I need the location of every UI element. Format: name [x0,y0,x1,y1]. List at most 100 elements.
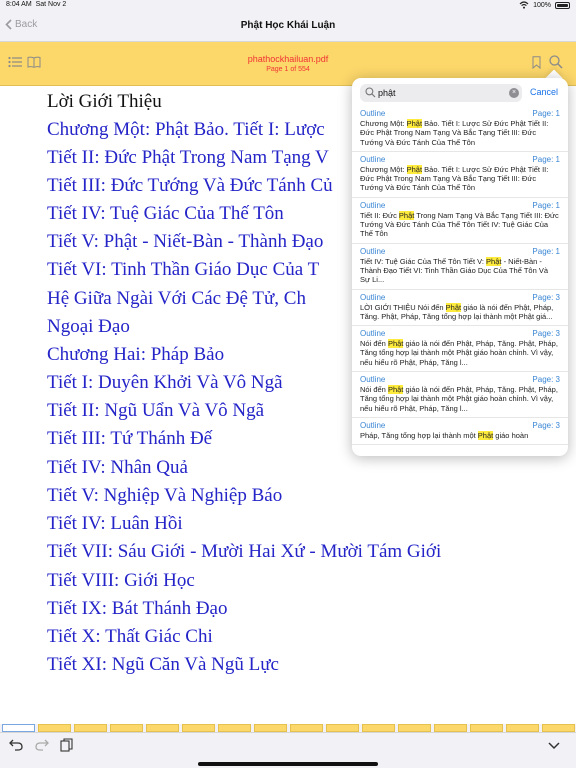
snippet-before: Nói đến [360,339,388,349]
toc-link[interactable]: Tiết IX: Bát Thánh Đạo [47,598,228,620]
toc-link[interactable]: Tiết VIII: Giới Học [47,570,195,592]
navigation-bar: Back Phật Học Khái Luận [0,12,576,42]
search-icon[interactable] [549,55,563,69]
toc-link[interactable]: Tiết III: Tứ Thánh Đế [47,428,212,450]
page-thumbnail[interactable] [362,724,395,732]
result-page: Page: 3 [532,420,560,430]
snippet-before: Tiết IV: Tuệ Giác Của Thế Tôn Tiết V: [360,256,487,266]
snippet-before: Chương Một: [360,164,407,174]
result-header: Outline Page: 1 [360,155,560,164]
page-thumbnail[interactable] [182,724,215,732]
page-thumbnail[interactable] [398,724,431,732]
result-page: Page: 1 [532,200,560,210]
page-thumbnail[interactable] [506,724,539,732]
toc-link[interactable]: Hệ Giữa Ngài Với Các Đệ Tử, Ch [47,288,306,310]
snippet-match: Phật [477,430,494,440]
wifi-icon [519,1,529,9]
search-result-item[interactable]: Outline Page: 3 LỜI GIỚI THIỆU Nói đến Phậ… [352,290,568,327]
toc-link[interactable]: Tiết IV: Tuệ Giác Của Thế Tôn [47,203,284,225]
toc-link[interactable]: Tiết III: Đức Tướng Và Đức Tánh Củ [47,175,333,197]
result-page: Page: 3 [532,375,560,385]
result-header: Outline Page: 1 [360,201,560,210]
result-source: Outline [360,154,386,164]
page-thumbnail[interactable] [434,724,467,732]
result-page: Page: 1 [532,154,560,164]
toc-link[interactable]: Tiết X: Thất Giác Chi [47,626,213,648]
result-snippet: Tiết IV: Tuệ Giác Của Thế Tôn Tiết V: Ph… [360,256,560,285]
search-input[interactable] [378,85,498,101]
page-thumbnail[interactable] [38,724,71,732]
page-thumbnail[interactable] [110,724,143,732]
toc-link[interactable]: Tiết IV: Nhân Quả [47,457,188,479]
toc-link[interactable]: Tiết VII: Sáu Giới - Mười Hai Xứ - Mười … [47,541,441,563]
result-header: Outline Page: 3 [360,329,560,338]
redo-icon[interactable] [35,739,49,751]
status-right: 100% [519,1,570,9]
chevron-down-icon[interactable] [548,742,560,750]
page-thumbnail[interactable] [290,724,323,732]
bookmark-icon[interactable] [532,56,541,69]
result-header: Outline Page: 3 [360,293,560,302]
toc-link[interactable]: Tiết II: Đức Phật Trong Nam Tạng V [47,147,329,169]
result-snippet: Chương Một: Phật Bảo. Tiết I: Lược Sử Đứ… [360,164,560,193]
snippet-before: LỜI GIỚI THIỆU Nói đến [360,302,446,312]
page-indicator: Page 1 of 554 [266,66,310,73]
copy-pages-icon[interactable] [60,738,73,752]
result-source: Outline [360,200,386,210]
result-source: Outline [360,420,386,430]
snippet-match: Phật [445,302,462,312]
toc-link[interactable]: Tiết V: Phật - Niết-Bàn - Thành Đạo [47,231,323,253]
cancel-button[interactable]: Cancel [530,87,558,97]
result-header: Outline Page: 3 [360,375,560,384]
result-page: Page: 3 [532,292,560,302]
snippet-match: Phật [486,256,502,266]
status-bar: 8:04 AM Sat Nov 2 100% [0,0,576,12]
search-result-item[interactable]: Outline Page: 3 Pháp, Tăng tổng hợp lại th… [352,418,568,446]
toc-link[interactable]: Tiết IV: Luân Hồi [47,513,183,535]
page-thumbnail[interactable] [74,724,107,732]
snippet-match: Phật [398,210,415,220]
search-popover: × Cancel OutlinePage: 1Chương Một: Phật … [352,78,568,456]
toc-link[interactable]: Tiết V: Nghiệp Và Nghiệp Báo [47,485,282,507]
page-thumbnail[interactable] [326,724,359,732]
toc-link[interactable]: Chương Hai: Pháp Bảo [47,344,224,366]
page-thumbnail[interactable] [218,724,251,732]
status-date: Sat Nov 2 [35,1,67,8]
page-thumbnail[interactable] [254,724,287,732]
toc-link[interactable]: Tiết VI: Tinh Thần Giáo Dục Của T [47,259,319,281]
search-result-item[interactable]: Outline Page: 1 Chương Một: Phật Bảo. Tiết… [352,106,568,152]
snippet-before: Tiết II: Đức [360,210,399,220]
search-row: × Cancel [360,84,560,102]
search-result-item[interactable]: Outline Page: 1 Chương Một: Phật Bảo. Tiết… [352,152,568,198]
battery-icon [555,1,570,9]
result-page: Page: 1 [532,109,560,118]
thumbnail-strip[interactable] [0,724,576,732]
toc-link[interactable]: Tiết I: Duyên Khởi Và Vô Ngã [47,372,283,394]
result-snippet: Tiết II: Đức Phật Trong Nam Tạng Và Bắc … [360,210,560,239]
search-result-item[interactable]: Outline Page: 3 Nói đến Phật giáo là nói đ… [352,372,568,418]
status-time-date: 8:04 AM Sat Nov 2 [6,1,66,8]
page-thumbnail[interactable] [146,724,179,732]
toc-link[interactable]: Tiết II: Ngũ Uẩn Và Vô Ngã [47,400,264,422]
result-source: Outline [360,246,386,256]
snippet-match: Phật [406,119,423,128]
search-results-list[interactable]: Outline Page: 1 Chương Một: Phật Bảo. Tiết… [352,106,568,456]
page-thumbnail[interactable] [470,724,503,732]
toc-link[interactable]: Tiết XI: Ngũ Căn Và Ngũ Lực [47,654,279,676]
page-title: Phật Học Khái Luận [240,20,336,31]
snippet-match: Phật [406,164,423,174]
magnifier-icon [365,87,376,98]
page-thumbnail[interactable] [542,724,575,732]
toc-link[interactable]: Chương Một: Phật Bảo. Tiết I: Lược [47,119,325,141]
search-result-item[interactable]: Outline Page: 1 Tiết IV: Tuệ Giác Của Thế … [352,244,568,290]
search-result-item[interactable]: Outline Page: 1 Tiết II: Đức Phật Trong Na… [352,198,568,244]
undo-icon[interactable] [9,739,23,751]
toc-link[interactable]: Ngoại Đạo [47,316,130,338]
result-header: Outline Page: 1 [360,109,560,118]
result-snippet: Chương Một: Phật Bảo. Tiết I: Lược Sử Đứ… [360,119,560,147]
snippet-before: Chương Một: [360,119,407,128]
clear-search-button[interactable]: × [509,88,519,98]
search-field[interactable]: × [360,84,522,102]
page-thumbnail[interactable] [2,724,35,732]
search-result-item[interactable]: Outline Page: 3 Nói đến Phật giáo là nói đ… [352,326,568,373]
